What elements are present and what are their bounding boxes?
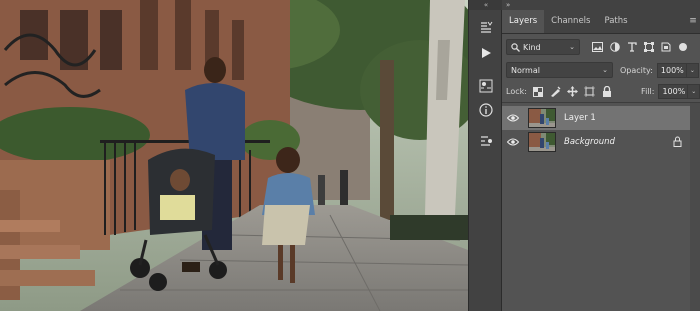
play-icon[interactable] bbox=[478, 45, 494, 61]
lock-position-icon[interactable] bbox=[566, 85, 579, 99]
chevron-down-icon: ⌄ bbox=[569, 43, 575, 51]
panel-dock-strip: « bbox=[468, 0, 503, 311]
layer-row-background[interactable]: Background bbox=[502, 130, 690, 154]
tab-paths[interactable]: Paths bbox=[597, 9, 634, 33]
filter-kind-value: Kind bbox=[523, 42, 541, 52]
layer-row-layer-1[interactable]: Layer 1 bbox=[502, 106, 690, 130]
blend-mode-value: Normal bbox=[511, 65, 540, 75]
lock-label: Lock: bbox=[506, 87, 527, 96]
fill-input[interactable]: 100% bbox=[658, 84, 689, 99]
paragraph-icon[interactable] bbox=[478, 20, 494, 36]
opacity-slider-toggle[interactable]: ⌄ bbox=[686, 62, 699, 78]
layer-thumbnail bbox=[528, 108, 556, 128]
street-photo bbox=[0, 0, 468, 311]
blend-mode-dropdown[interactable]: Normal ⌄ bbox=[506, 62, 613, 78]
panel-menu-button[interactable]: ≡ bbox=[686, 9, 700, 33]
adjust-icon[interactable] bbox=[478, 133, 494, 149]
panel-tabs: Layers Channels Paths ≡ bbox=[502, 9, 700, 34]
eye-icon[interactable] bbox=[502, 130, 524, 154]
panel-header-bar: » bbox=[502, 0, 700, 10]
collapse-dock-button[interactable]: « bbox=[469, 0, 503, 10]
filter-row: Kind ⌄ bbox=[506, 39, 700, 55]
layer-name: Layer 1 bbox=[564, 113, 596, 123]
opacity-input[interactable]: 100% bbox=[656, 62, 687, 78]
image-filter-icon[interactable] bbox=[590, 40, 605, 54]
lock-all-icon[interactable] bbox=[601, 85, 614, 99]
filter-kind-dropdown[interactable]: Kind ⌄ bbox=[506, 39, 580, 55]
lock-transparent-icon[interactable] bbox=[531, 85, 544, 99]
opacity-label: Opacity: bbox=[620, 65, 653, 75]
layer-thumbnail bbox=[528, 132, 556, 152]
info-icon[interactable] bbox=[478, 102, 494, 118]
properties-icon[interactable] bbox=[478, 78, 494, 94]
layer-name: Background bbox=[564, 137, 615, 147]
type-filter-icon[interactable] bbox=[624, 40, 639, 54]
shape-filter-icon[interactable] bbox=[641, 40, 656, 54]
search-icon bbox=[511, 42, 520, 52]
chevron-down-icon: ⌄ bbox=[602, 66, 608, 74]
layers-list: Layer 1 Background bbox=[502, 102, 700, 311]
lock-image-pixels-icon[interactable] bbox=[548, 85, 561, 99]
layers-panel: » Layers Channels Paths ≡ Kind ⌄ Normal … bbox=[502, 0, 700, 311]
adjustment-filter-icon[interactable] bbox=[607, 40, 622, 54]
fill-slider-toggle[interactable]: ⌄ bbox=[688, 84, 700, 99]
filter-toggle-icon[interactable] bbox=[675, 40, 690, 54]
lock-artboard-icon[interactable] bbox=[583, 85, 596, 99]
document-canvas[interactable] bbox=[0, 0, 468, 311]
lock-row: Lock: Fill: 100% ⌄ bbox=[506, 84, 700, 99]
lock-icon bbox=[673, 136, 682, 149]
fill-label: Fill: bbox=[641, 87, 655, 96]
tab-layers[interactable]: Layers bbox=[502, 9, 545, 33]
smart-object-filter-icon[interactable] bbox=[658, 40, 673, 54]
blend-row: Normal ⌄ Opacity: 100% ⌄ bbox=[506, 62, 700, 78]
tab-channels[interactable]: Channels bbox=[544, 9, 597, 33]
expand-panel-button[interactable]: » bbox=[506, 0, 510, 10]
layers-scrollbar[interactable] bbox=[690, 103, 700, 311]
eye-icon[interactable] bbox=[502, 106, 524, 130]
